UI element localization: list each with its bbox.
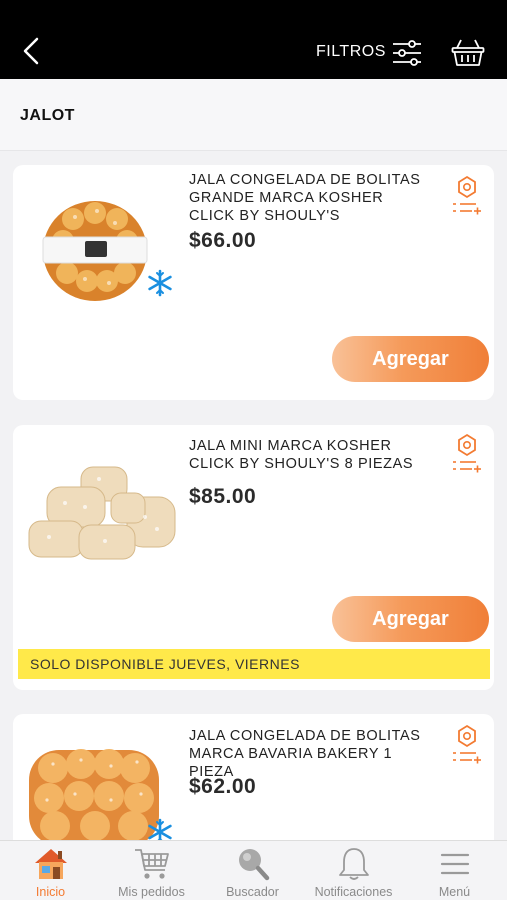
home-icon (35, 849, 67, 879)
back-arrow-icon[interactable] (18, 36, 48, 66)
shopping-basket-icon[interactable] (451, 36, 485, 68)
product-name: JALA CONGELADA DE BOLITAS MARCA BAVARIA … (189, 728, 421, 780)
category-title: JALOT (20, 107, 75, 124)
product-card[interactable]: JALA MINI MARCA KOSHER CLICK BY SHOULY'S… (13, 425, 494, 690)
top-bar: FILTROS (0, 0, 507, 79)
filter-sliders-icon[interactable] (392, 40, 422, 66)
product-details-icon[interactable] (452, 724, 482, 766)
tab-inicio[interactable]: Inicio (0, 841, 101, 900)
product-details-icon[interactable] (452, 433, 482, 475)
filters-button[interactable]: FILTROS (316, 43, 386, 61)
tab-menu[interactable]: Menú (404, 841, 505, 900)
product-price: $62.00 (189, 775, 257, 798)
product-card[interactable]: JALA CONGELADA DE BOLITAS GRANDE MARCA K… (13, 165, 494, 400)
add-to-cart-button[interactable]: Agregar (332, 596, 489, 642)
tab-label: Inicio (35, 885, 66, 899)
cart-icon (135, 849, 169, 879)
tab-label: Notificaciones (314, 885, 393, 899)
menu-icon (440, 853, 470, 875)
tab-buscador[interactable]: Buscador (202, 841, 303, 900)
product-image-mini-challah (28, 466, 176, 560)
frozen-snowflake-icon (148, 269, 172, 297)
product-price: $85.00 (189, 485, 257, 508)
tab-notificaciones[interactable]: Notificaciones (303, 841, 404, 900)
product-price: $66.00 (189, 229, 257, 252)
tab-label: Mis pedidos (118, 885, 185, 899)
tab-label: Buscador (226, 885, 279, 899)
bell-icon (339, 848, 369, 880)
add-to-cart-button[interactable]: Agregar (332, 336, 489, 382)
availability-banner: SOLO DISPONIBLE JUEVES, VIERNES (18, 649, 490, 679)
category-header: JALOT (0, 79, 507, 151)
product-name: JALA CONGELADA DE BOLITAS GRANDE MARCA K… (189, 172, 421, 224)
product-name: JALA MINI MARCA KOSHER CLICK BY SHOULY'S… (189, 438, 414, 472)
bottom-tab-bar: Inicio Mis pedidos Buscador Notificacion… (0, 840, 507, 900)
tab-mis-pedidos[interactable]: Mis pedidos (101, 841, 202, 900)
product-details-icon[interactable] (452, 175, 482, 217)
tab-label: Menú (438, 885, 471, 899)
search-icon (239, 849, 270, 881)
